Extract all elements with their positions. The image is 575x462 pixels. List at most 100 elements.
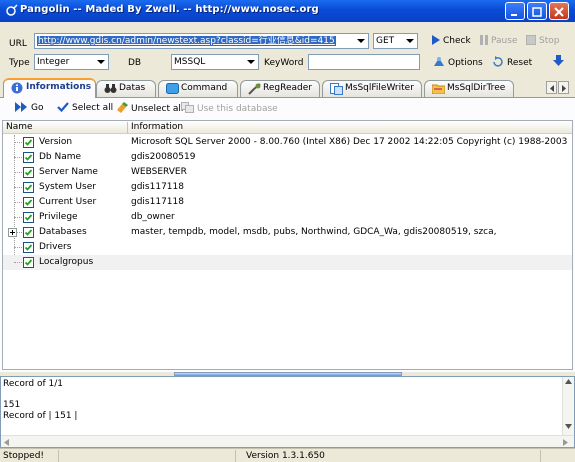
unselect-all-button[interactable]: Unselect all [116, 102, 183, 115]
log-line: Record of | 151 | [3, 411, 78, 421]
tab-label: MsSqlFileWriter [345, 83, 414, 93]
tab-mssqlfilewriter[interactable]: MsSqlFileWriter [322, 80, 422, 97]
tab-mssqldirtree[interactable]: MsSqlDirTree [424, 80, 514, 97]
table-row[interactable]: Db Name gdis20080519 [3, 150, 572, 165]
method-value: GET [376, 36, 395, 46]
tree-branch [14, 247, 22, 248]
log-output[interactable]: Record of 1/1 151 Record of | 151 | [0, 376, 575, 448]
table-row[interactable]: System User gdis117118 [3, 180, 572, 195]
status-divider [235, 450, 236, 462]
tab-scroll-right[interactable] [558, 81, 569, 94]
row-information: gdis20080519 [131, 152, 196, 162]
title-bar: Pangolin -- Maded By Zwell. -- http://ww… [0, 0, 575, 22]
tab-label: RegReader [263, 83, 312, 93]
table-row[interactable]: Server Name WEBSERVER [3, 165, 572, 180]
tree-branch [14, 202, 22, 203]
checkmark-icon [24, 214, 33, 221]
url-input[interactable]: http://www.gdis.cn/admin/newstext.asp?cl… [34, 33, 369, 49]
use-this-database-button[interactable]: Use this database [181, 102, 278, 115]
log-vertical-scrollbar[interactable] [562, 377, 574, 435]
checkmark-icon [24, 244, 33, 251]
db-dropdown[interactable] [244, 55, 258, 69]
row-checkbox[interactable] [23, 197, 34, 208]
row-information: db_owner [131, 212, 175, 222]
reset-icon [493, 56, 503, 67]
database-icon [181, 102, 194, 113]
stop-icon [525, 34, 537, 46]
table-row[interactable]: Databases master, tempdb, model, msdb, pu… [3, 225, 572, 240]
pause-button[interactable]: Pause [480, 33, 517, 49]
chevron-down-icon [247, 60, 255, 64]
table-row[interactable]: Drivers [3, 240, 572, 255]
expand-toggle[interactable] [8, 228, 17, 237]
status-divider [58, 450, 59, 462]
scroll-left-icon [4, 439, 9, 446]
go-button[interactable]: Go [15, 102, 43, 114]
checkmark-icon [57, 102, 69, 113]
download-button[interactable] [553, 55, 567, 71]
row-checkbox[interactable] [23, 167, 34, 178]
reset-label: Reset [507, 58, 533, 68]
scroll-down-icon [565, 424, 572, 429]
table-row[interactable]: Version Microsoft SQL Server 2000 - 8.00.… [3, 135, 572, 150]
checkmark-icon [24, 259, 33, 266]
row-name: Databases [39, 227, 87, 237]
table-row[interactable]: Current User gdis117118 [3, 195, 572, 210]
tab-regreader[interactable]: RegReader [240, 80, 320, 97]
status-version: Version 1.3.1.650 [246, 451, 325, 461]
close-button[interactable] [549, 2, 569, 20]
url-dropdown[interactable] [354, 34, 368, 48]
table-row[interactable]: Localgropus [3, 255, 572, 270]
binoculars-icon [104, 84, 117, 93]
informations-panel: Go Select all Unselect all Use this data… [0, 97, 575, 372]
tab-command[interactable]: Command [158, 80, 238, 97]
select-all-button[interactable]: Select all [57, 102, 113, 114]
column-header-name[interactable]: Name [6, 122, 33, 132]
row-checkbox[interactable] [23, 227, 34, 238]
check-label: Check [443, 36, 471, 46]
tab-datas[interactable]: Datas [96, 80, 156, 97]
row-checkbox[interactable] [23, 257, 34, 268]
type-dropdown[interactable] [94, 55, 108, 69]
method-dropdown[interactable] [403, 34, 417, 48]
registry-icon [248, 83, 261, 95]
checkmark-icon [24, 169, 33, 176]
check-button[interactable]: Check [432, 33, 471, 49]
close-icon [554, 7, 564, 17]
column-header-information[interactable]: Information [131, 122, 183, 132]
file-writer-icon [330, 83, 343, 95]
options-button[interactable]: Options [433, 55, 483, 71]
row-checkbox[interactable] [23, 152, 34, 163]
row-name: Current User [39, 197, 97, 207]
tree-branch [14, 217, 22, 218]
options-label: Options [448, 58, 483, 68]
row-checkbox[interactable] [23, 137, 34, 148]
method-select[interactable]: GET [373, 33, 418, 49]
minimize-icon [511, 14, 517, 16]
maximize-button[interactable] [527, 2, 547, 20]
eraser-icon [117, 102, 128, 113]
tab-scroll-left[interactable] [546, 81, 557, 94]
plus-icon [10, 230, 15, 235]
keyword-input[interactable] [308, 54, 420, 70]
table-row[interactable]: Privilege db_owner [3, 210, 572, 225]
tab-informations[interactable]: Informations [3, 78, 96, 98]
tab-label: MsSqlDirTree [447, 83, 506, 93]
pangolin-app-icon [6, 4, 18, 16]
type-select[interactable]: Integer [34, 54, 109, 70]
fast-forward-icon [15, 102, 27, 112]
stop-label: Stop [539, 36, 560, 46]
chevron-down-icon [357, 39, 365, 43]
reset-button[interactable]: Reset [492, 55, 532, 71]
db-select[interactable]: MSSQL [171, 54, 259, 70]
log-horizontal-scrollbar[interactable] [1, 435, 574, 447]
row-checkbox[interactable] [23, 212, 34, 223]
pause-icon [480, 35, 488, 45]
stop-button[interactable]: Stop [525, 33, 560, 49]
row-checkbox[interactable] [23, 242, 34, 253]
minimize-button[interactable] [505, 2, 525, 20]
column-divider[interactable] [127, 122, 128, 133]
checkmark-icon [24, 199, 33, 206]
row-name: Server Name [39, 167, 98, 177]
row-checkbox[interactable] [23, 182, 34, 193]
